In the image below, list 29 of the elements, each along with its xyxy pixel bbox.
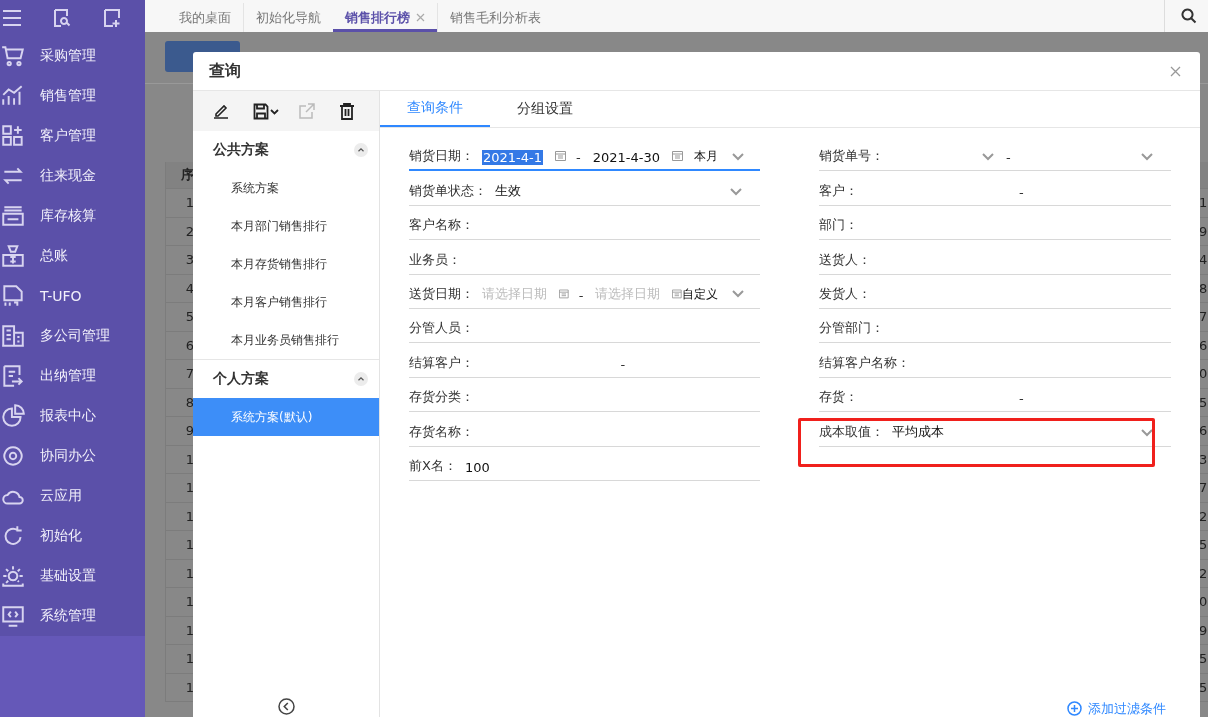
field-label: 结算客户： — [409, 353, 474, 372]
field-label: 分管人员： — [409, 319, 474, 338]
field-label: 销货日期： — [409, 147, 474, 166]
range-separator: - — [576, 150, 581, 166]
field-label: 分管部门： — [819, 319, 884, 338]
field-label: 客户名称： — [409, 216, 474, 235]
field-label: 销货单状态： — [409, 181, 487, 200]
field-label: 业务员： — [409, 250, 461, 269]
range-separator: - — [1019, 391, 1025, 407]
field-label: 发货人： — [819, 284, 871, 303]
field-label: 销货单号： — [819, 147, 884, 166]
dialog-title: 查询 — [209, 60, 241, 82]
field-label: 存货分类： — [409, 388, 474, 407]
field-label: 存货： — [819, 388, 858, 407]
range-separator: - — [1019, 184, 1025, 200]
group-title: 个人方案 — [213, 370, 269, 388]
field-label: 成本取值： — [819, 422, 884, 441]
range-separator: - — [1004, 150, 1012, 166]
field-label: 存货名称： — [409, 422, 474, 441]
field-label: 部门： — [819, 216, 858, 235]
group-title: 公共方案 — [213, 141, 269, 159]
field-label: 结算客户名称： — [819, 353, 910, 372]
field-label: 客户： — [819, 181, 858, 200]
field-label: 前X名： — [409, 456, 457, 475]
field-label: 送货日期： — [409, 284, 474, 303]
range-separator: - — [578, 287, 584, 303]
column-header: 序 — [166, 162, 194, 189]
field-label: 送货人： — [819, 250, 871, 269]
range-separator: - — [620, 356, 627, 372]
